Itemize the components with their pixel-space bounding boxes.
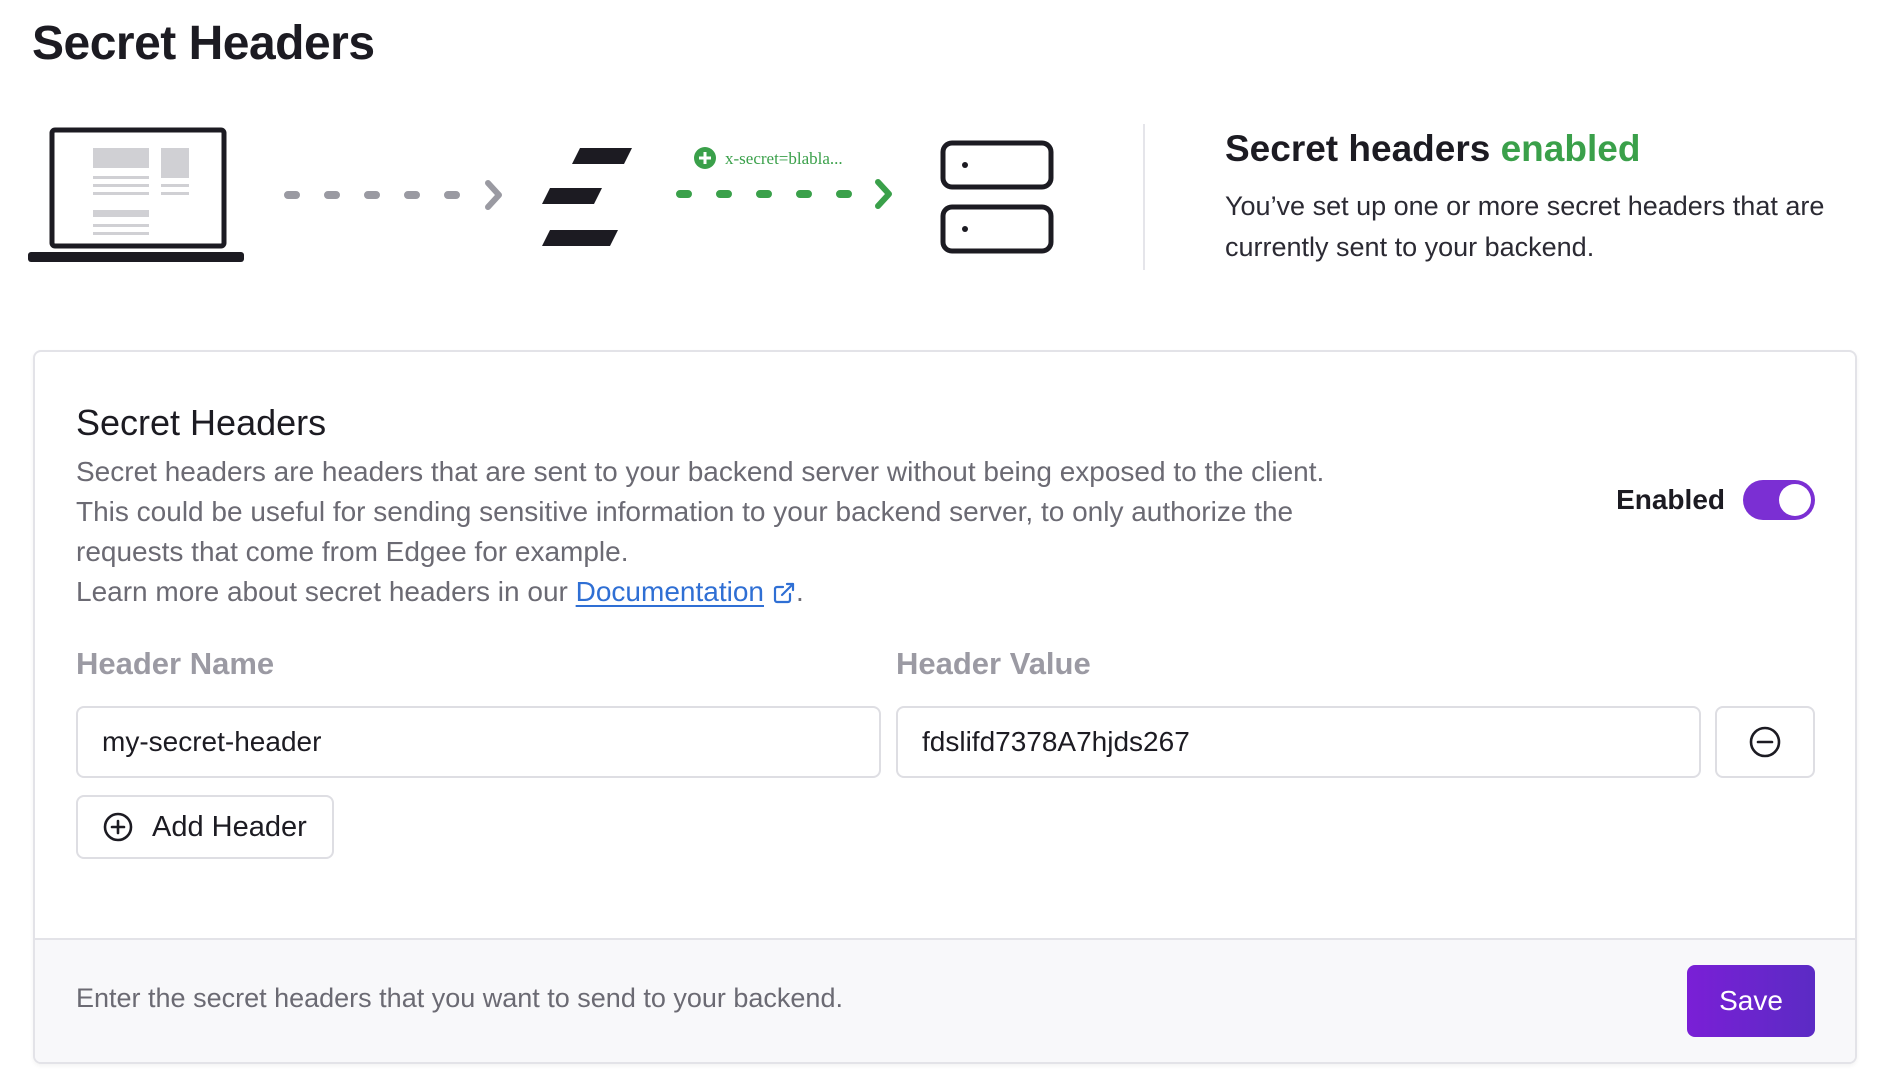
status-description: You’ve set up one or more secret headers… xyxy=(1225,191,1825,262)
request-arrow xyxy=(284,180,502,210)
secret-headers-page: Secret Headers x-secret=blabla... Secret… xyxy=(0,0,1880,1090)
minus-circle-icon xyxy=(1749,726,1781,758)
status-title: Secret headers enabled xyxy=(1225,128,1825,170)
learn-more-prefix: Learn more about secret headers in our xyxy=(76,576,568,607)
learn-more-suffix: . xyxy=(795,576,804,607)
status-panel: Secret headers enabled You’ve set up one… xyxy=(1225,128,1825,268)
status-state: enabled xyxy=(1500,128,1641,169)
toggle-label: Enabled xyxy=(1616,484,1725,515)
header-value-input[interactable] xyxy=(896,706,1701,778)
card-description: Secret headers are headers that are sent… xyxy=(76,452,1356,612)
footer-hint: Enter the secret headers that you want t… xyxy=(76,983,843,1013)
header-name-label: Header Name xyxy=(76,646,275,681)
secret-request-arrow xyxy=(676,179,892,209)
edgee-logo-icon xyxy=(542,148,632,246)
flow-illustration: x-secret=blabla... xyxy=(28,118,1068,278)
remove-header-button[interactable] xyxy=(1715,706,1815,778)
card-title: Secret Headers xyxy=(76,402,327,443)
page-title: Secret Headers xyxy=(32,17,375,70)
secret-header-tag: x-secret=blabla... xyxy=(725,149,843,168)
plus-circle-icon xyxy=(694,147,716,169)
add-header-label: Add Header xyxy=(152,810,307,843)
card-description-text: Secret headers are headers that are sent… xyxy=(76,456,1325,567)
documentation-link-label: Documentation xyxy=(575,576,764,607)
toggle-knob xyxy=(1779,484,1811,516)
laptop-icon xyxy=(28,127,244,262)
save-button[interactable]: Save xyxy=(1687,965,1815,1037)
add-header-button[interactable]: Add Header xyxy=(76,795,334,859)
enabled-toggle[interactable] xyxy=(1743,480,1815,520)
header-value-label: Header Value xyxy=(896,646,1091,681)
server-icon xyxy=(940,140,1054,254)
plus-circle-icon xyxy=(103,812,133,842)
card-footer: Enter the secret headers that you want t… xyxy=(35,938,1855,1062)
enabled-toggle-group: Enabled xyxy=(1616,480,1815,520)
status-title-prefix: Secret headers xyxy=(1225,128,1491,169)
documentation-link[interactable]: Documentation xyxy=(576,576,796,607)
vertical-divider xyxy=(1143,124,1145,270)
header-name-input[interactable] xyxy=(76,706,881,778)
external-link-icon xyxy=(773,582,795,604)
secret-headers-card: Secret Headers Secret headers are header… xyxy=(33,350,1857,1064)
